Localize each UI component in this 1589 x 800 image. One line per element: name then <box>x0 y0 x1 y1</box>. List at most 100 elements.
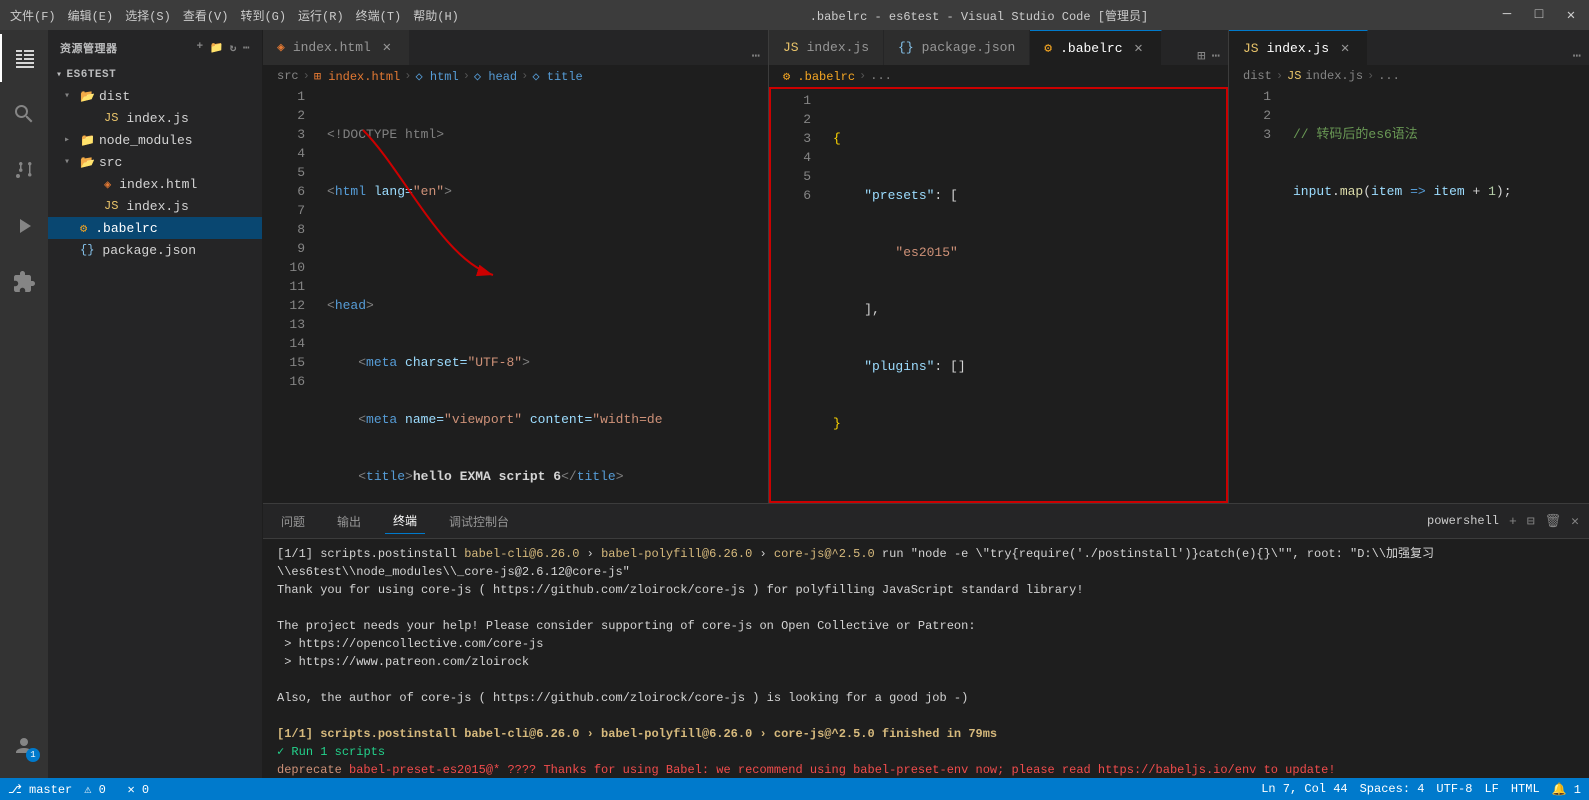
tab-label-middle-indexjs: index.js <box>807 40 869 55</box>
tree-item-node-modules[interactable]: ▸ 📁 node_modules <box>48 129 262 151</box>
main-editor-content[interactable]: 12345 678910 1112131415 16 <!DOCTYPE htm… <box>263 87 768 503</box>
tree-item-dist[interactable]: ▾ 📂 dist <box>48 85 262 107</box>
activity-extensions[interactable] <box>0 258 48 306</box>
breadcrumb-indexhtml[interactable]: ⊞ index.html <box>314 69 400 84</box>
menu-view[interactable]: 查看(V) <box>183 7 229 24</box>
terminal-tab-output[interactable]: 输出 <box>329 509 369 534</box>
code-line-3 <box>327 239 768 258</box>
menu-terminal[interactable]: 终端(T) <box>356 7 402 24</box>
tab-indexhtml[interactable]: ◈ index.html ✕ <box>263 30 410 65</box>
terminal-content[interactable]: [1/1] scripts.postinstall babel-cli@6.26… <box>263 539 1589 778</box>
breadcrumb-js-icon: JS <box>1287 69 1301 83</box>
breadcrumb-babelrc-file[interactable]: ⚙ .babelrc <box>783 69 855 84</box>
menu-bar[interactable]: 文件(F) 编辑(E) 选择(S) 查看(V) 转到(G) 运行(R) 终端(T… <box>10 7 459 24</box>
tab-right-indexjs[interactable]: JS index.js ✕ <box>1229 30 1368 65</box>
right-editor-tabs: JS index.js ✕ ⋯ <box>1229 30 1589 65</box>
tab-label-indexhtml: index.html <box>293 40 371 55</box>
code-lines-right[interactable]: // 转码后的es6语法 input.map(item => item + 1)… <box>1279 87 1589 503</box>
tree-item-src-indexhtml[interactable]: ◈ index.html <box>48 173 262 195</box>
tree-item-babelrc[interactable]: ⚙ .babelrc <box>48 217 262 239</box>
tab-actions-right[interactable]: ⋯ <box>1565 48 1589 65</box>
menu-goto[interactable]: 转到(G) <box>240 7 286 24</box>
tab-middle-indexjs[interactable]: JS index.js <box>769 30 884 65</box>
babelrc-line-5: "plugins": [] <box>833 357 1228 376</box>
breadcrumb-dist[interactable]: dist <box>1243 69 1272 83</box>
activity-account[interactable]: 1 <box>0 722 48 770</box>
activity-bar: 1 <box>0 30 48 778</box>
menu-run[interactable]: 运行(R) <box>298 7 344 24</box>
folder-icon-src: 📂 <box>80 155 95 170</box>
sidebar-header: 资源管理器 + 📁 ↻ ⋯ <box>48 30 262 65</box>
explorer-tree: ▾ ES6TEST ▾ 📂 dist JS index.js ▸ 📁 node_… <box>48 65 262 778</box>
tab-actions-main[interactable]: ⋯ <box>744 48 768 65</box>
title-bar: 文件(F) 编辑(E) 选择(S) 查看(V) 转到(G) 运行(R) 终端(T… <box>0 0 1589 30</box>
new-file-icon[interactable]: + <box>196 41 203 55</box>
collapse-icon[interactable]: ⋯ <box>243 41 250 55</box>
line-numbers-right: 123 <box>1229 87 1279 503</box>
code-line-6: <meta name="viewport" content="width=de <box>327 410 768 429</box>
status-language[interactable]: HTML <box>1511 782 1540 797</box>
tree-item-packagejson[interactable]: {} package.json <box>48 239 262 261</box>
breadcrumb-html[interactable]: ◇ html <box>415 69 458 84</box>
terminal-line-1: [1/1] scripts.postinstall babel-cli@6.26… <box>277 545 1575 581</box>
status-spaces[interactable]: Spaces: 4 <box>1360 782 1425 797</box>
window-controls[interactable]: ─ □ ✕ <box>1499 7 1579 24</box>
code-lines-babelrc[interactable]: { "presets": [ "es2015" ], "plugins": []… <box>819 87 1228 503</box>
breadcrumb-title[interactable]: ◇ title <box>532 69 582 84</box>
terminal-actions[interactable]: powershell + ⊟ 🗑 ✕ <box>1427 514 1579 529</box>
folder-name-node-modules: node_modules <box>99 133 193 148</box>
right-line-1: // 转码后的es6语法 <box>1293 125 1589 144</box>
new-folder-icon[interactable]: 📁 <box>210 41 224 55</box>
activity-source-control[interactable] <box>0 146 48 194</box>
status-errors[interactable]: ⚠ 0 ✕ 0 <box>84 782 149 797</box>
code-line-7: <title>hello EXMA script 6</title> <box>327 467 768 486</box>
terminal-tab-terminal[interactable]: 终端 <box>385 508 425 534</box>
babel-file-icon: ⚙ <box>80 221 87 236</box>
minimize-button[interactable]: ─ <box>1499 7 1515 24</box>
breadcrumb-head[interactable]: ◇ head <box>474 69 517 84</box>
breadcrumb-src[interactable]: src <box>277 69 299 83</box>
tab-close-right-indexjs[interactable]: ✕ <box>1337 40 1353 57</box>
terminal-tab-problems[interactable]: 问题 <box>273 509 313 534</box>
right-editor-content[interactable]: 123 // 转码后的es6语法 input.map(item => item … <box>1229 87 1589 503</box>
menu-edit[interactable]: 编辑(E) <box>68 7 114 24</box>
tab-icon-js-right: JS <box>1243 41 1259 56</box>
close-button[interactable]: ✕ <box>1563 7 1579 24</box>
project-section[interactable]: ▾ ES6TEST <box>48 65 262 85</box>
terminal-new-icon[interactable]: + <box>1509 514 1517 529</box>
terminal-split-icon[interactable]: ⊟ <box>1527 514 1535 529</box>
babelrc-content[interactable]: 123456 { "presets": [ "es2015" ], "plugi… <box>769 87 1228 503</box>
tab-middle-babelrc[interactable]: ⚙ .babelrc ✕ <box>1030 30 1161 65</box>
status-position[interactable]: Ln 7, Col 44 <box>1261 782 1347 797</box>
status-encoding[interactable]: UTF-8 <box>1436 782 1472 797</box>
status-branch[interactable]: ⎇ master <box>8 782 72 797</box>
more-actions-icon[interactable]: ⋯ <box>1212 48 1220 65</box>
tab-close-indexhtml[interactable]: ✕ <box>379 39 395 56</box>
tab-actions-middle[interactable]: ⊞ ⋯ <box>1189 48 1228 65</box>
terminal-line-blank3 <box>277 707 1575 725</box>
tab-middle-packagejson[interactable]: {} package.json <box>884 30 1030 65</box>
tab-close-babelrc-middle[interactable]: ✕ <box>1131 40 1147 57</box>
terminal-section: 问题 输出 终端 调试控制台 powershell + ⊟ 🗑 ✕ [1/1] … <box>263 503 1589 778</box>
activity-run[interactable] <box>0 202 48 250</box>
split-editor-icon[interactable]: ⊞ <box>1197 48 1205 65</box>
tree-item-dist-indexjs[interactable]: JS index.js <box>48 107 262 129</box>
tree-item-src-indexjs[interactable]: JS index.js <box>48 195 262 217</box>
menu-select[interactable]: 选择(S) <box>125 7 171 24</box>
terminal-trash-icon[interactable]: 🗑 <box>1545 514 1562 529</box>
breadcrumb-right-indexjs[interactable]: index.js <box>1305 69 1363 83</box>
terminal-line-2: Thank you for using core-js ( https://gi… <box>277 581 1575 599</box>
terminal-tab-debug[interactable]: 调试控制台 <box>441 509 517 534</box>
tree-item-src[interactable]: ▾ 📂 src <box>48 151 262 173</box>
activity-search[interactable] <box>0 90 48 138</box>
menu-help[interactable]: 帮助(H) <box>413 7 459 24</box>
menu-file[interactable]: 文件(F) <box>10 7 56 24</box>
status-bell[interactable]: 🔔 1 <box>1552 782 1581 797</box>
terminal-close-icon[interactable]: ✕ <box>1571 514 1579 529</box>
maximize-button[interactable]: □ <box>1531 7 1547 24</box>
code-lines-main[interactable]: <!DOCTYPE html> <html lang="en"> <head> … <box>313 87 768 503</box>
refresh-icon[interactable]: ↻ <box>230 41 237 55</box>
status-eol[interactable]: LF <box>1484 782 1498 797</box>
activity-explorer[interactable] <box>0 34 48 82</box>
sidebar-actions[interactable]: + 📁 ↻ ⋯ <box>196 41 250 55</box>
